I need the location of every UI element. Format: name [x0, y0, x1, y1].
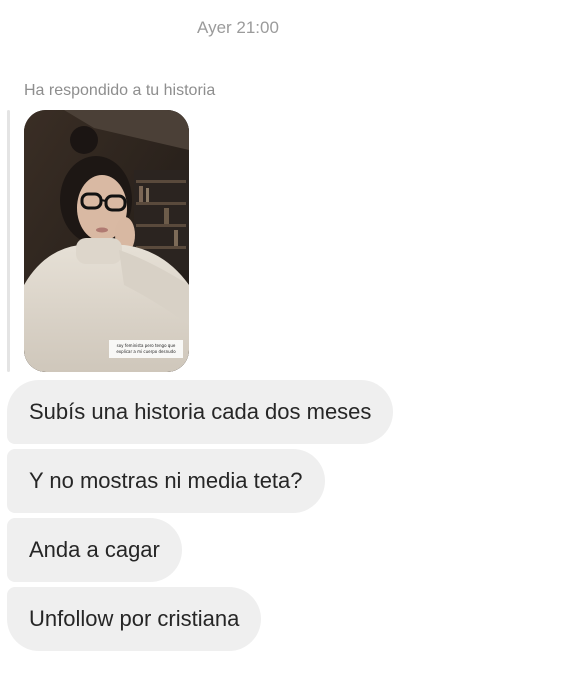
message-bubble[interactable]: Y no mostras ni media teta?	[7, 449, 325, 513]
message-timestamp: Ayer 21:00	[197, 18, 279, 37]
story-caption: soy feminista pero tengo que explicar a …	[109, 340, 183, 358]
message-bubble[interactable]: Subís una historia cada dos meses	[7, 380, 394, 444]
story-photo	[24, 110, 189, 372]
message-bubble[interactable]: Unfollow por cristiana	[7, 587, 262, 651]
story-reply-label: Ha respondido a tu historia	[24, 82, 216, 99]
story-reply-bar	[7, 110, 10, 372]
story-thumbnail[interactable]: soy feminista pero tengo que explicar a …	[24, 110, 189, 372]
message-bubble[interactable]: Anda a cagar	[7, 518, 182, 582]
